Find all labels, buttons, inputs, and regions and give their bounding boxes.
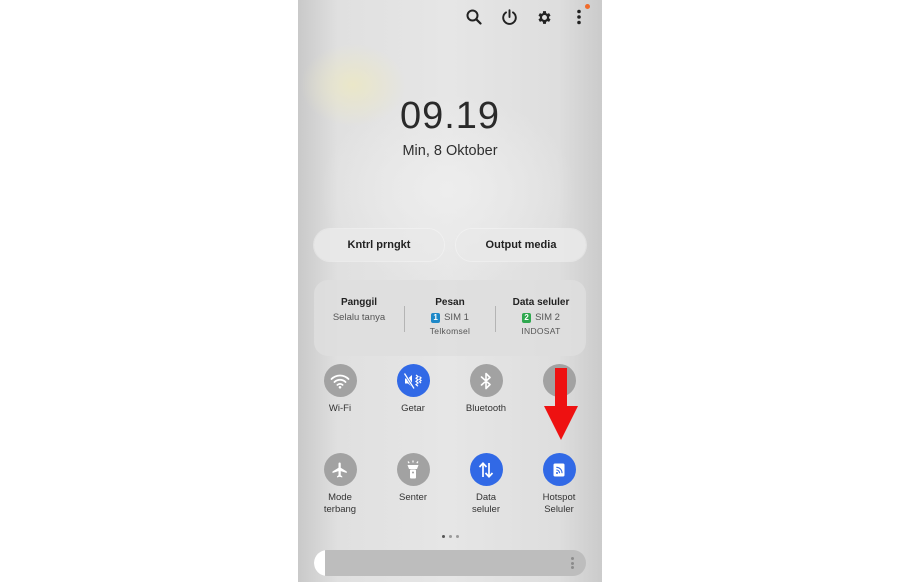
airplane-icon[interactable]	[323, 453, 357, 486]
tile-label: Data seluler	[450, 492, 522, 516]
quick-settings-panel: 09.19 Min, 8 Oktober Kntrl prngkt Output…	[298, 0, 602, 582]
sim2-badge-icon: 2	[522, 312, 532, 323]
sim-calls-setting[interactable]: Panggil Selalu tanya	[314, 280, 404, 323]
tile-label: Mode terbang	[304, 492, 376, 516]
brightness-slider[interactable]	[314, 550, 586, 576]
tile-label: Bluetooth	[465, 403, 507, 414]
more-vert-icon[interactable]	[568, 4, 590, 28]
clock-date: Min, 8 Oktober	[402, 143, 498, 159]
flashlight-icon[interactable]	[396, 453, 430, 486]
tile-label-line1: Mode	[328, 492, 352, 503]
data-transfer-icon[interactable]	[469, 453, 503, 486]
tile-wifi[interactable]: Wi-Fi	[304, 364, 376, 415]
tile-label: Wi-Fi	[328, 403, 352, 414]
sim-messages-carrier: Telkomsel	[429, 326, 471, 336]
sim-data-value-row: 2 SIM 2	[496, 312, 586, 323]
page-indicator	[298, 535, 602, 538]
tile-label-line2: Seluler	[544, 504, 574, 515]
sim-data-title: Data seluler	[512, 297, 570, 308]
wifi-icon[interactable]	[323, 364, 357, 397]
tile-label: Getar	[401, 403, 425, 414]
device-control-button[interactable]: Kntrl prngkt	[314, 229, 444, 261]
tile-airplane-mode[interactable]: Mode terbang	[304, 453, 376, 516]
tile-bluetooth[interactable]: Bluetooth	[450, 364, 522, 415]
page-dot	[448, 535, 452, 538]
tile-hotspot[interactable]: Hotspot Seluler	[523, 453, 595, 516]
red-down-arrow-icon	[544, 368, 578, 440]
vibrate-icon[interactable]	[396, 364, 430, 397]
quick-panel-toolbar	[450, 4, 590, 28]
gear-icon[interactable]	[533, 6, 555, 28]
page-dot	[441, 535, 445, 538]
sim-data-value: SIM 2	[535, 312, 560, 323]
sim-calls-title: Panggil	[340, 297, 378, 308]
tile-label-line1: Hotspot	[542, 492, 576, 503]
page-dot	[455, 535, 459, 538]
tile-label: Senter	[399, 492, 427, 503]
tile-flashlight[interactable]: Senter	[377, 453, 449, 504]
bluetooth-icon[interactable]	[469, 364, 503, 397]
sim-calls-value: Selalu tanya	[332, 312, 386, 323]
sim-data-setting[interactable]: Data seluler 2 SIM 2 INDOSAT	[496, 280, 586, 336]
sim-messages-value: SIM 1	[444, 312, 469, 323]
tile-label-line2: seluler	[472, 504, 500, 515]
notification-dot	[585, 4, 590, 9]
clock-time: 09.19	[399, 95, 501, 137]
tile-vibrate[interactable]: Getar	[377, 364, 449, 415]
sim-data-carrier: INDOSAT	[521, 326, 561, 336]
sim1-badge-icon: 1	[431, 312, 441, 323]
tile-label-line2: terbang	[323, 504, 357, 515]
brightness-level-fill[interactable]	[314, 550, 325, 576]
sim-manager-card[interactable]: Panggil Selalu tanya Pesan 1 SIM 1 Telko…	[314, 280, 586, 356]
sim-messages-setting[interactable]: Pesan 1 SIM 1 Telkomsel	[405, 280, 495, 336]
tile-label-line1: Data	[475, 492, 497, 503]
tile-label: Hotspot Seluler	[523, 492, 595, 516]
sim-messages-title: Pesan	[435, 297, 465, 308]
tile-mobile-data[interactable]: Data seluler	[450, 453, 522, 516]
sim-messages-value-row: 1 SIM 1	[405, 312, 495, 323]
hotspot-icon[interactable]	[542, 453, 576, 486]
search-icon[interactable]	[463, 6, 485, 28]
media-output-button[interactable]: Output media	[456, 229, 586, 261]
drag-handle-icon[interactable]	[571, 557, 574, 569]
power-icon[interactable]	[498, 6, 520, 28]
